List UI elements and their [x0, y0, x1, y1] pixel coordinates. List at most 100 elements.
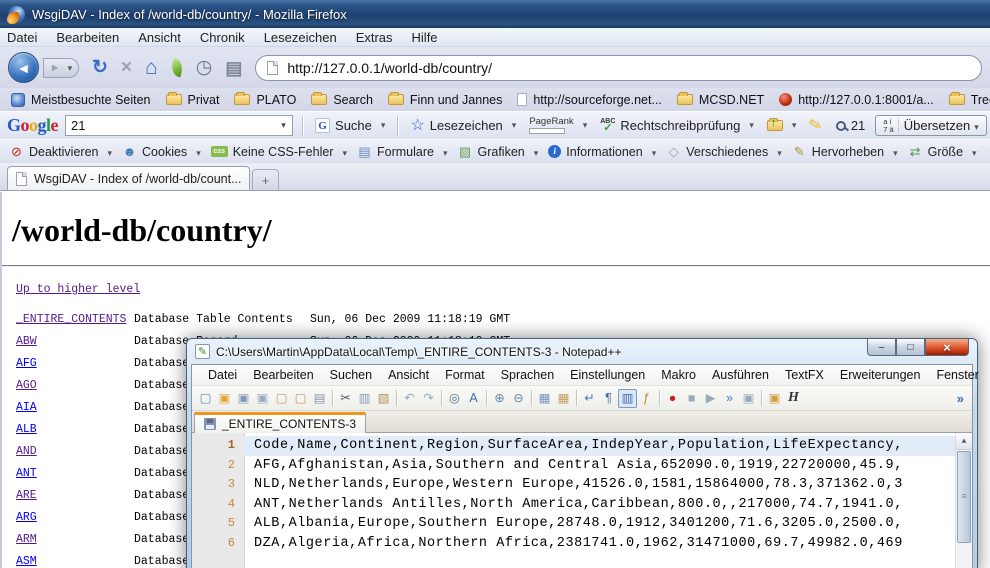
- entry-link[interactable]: ALB: [16, 423, 37, 436]
- notepad-titlebar[interactable]: ✎ C:\Users\Martin\AppData\Local\Temp\_EN…: [191, 339, 973, 364]
- line-text[interactable]: AFG,Afghanistan,Asia,Southern and Centra…: [244, 456, 972, 476]
- editor-line[interactable]: 6 DZA,Algeria,Africa,Northern Africa,238…: [192, 534, 972, 554]
- entry-link[interactable]: AGO: [16, 379, 37, 392]
- entry-link[interactable]: ARE: [16, 489, 37, 502]
- html-preview-icon[interactable]: H: [784, 389, 803, 408]
- webdev-menu-button[interactable]: ▤ Formulare: [353, 145, 452, 159]
- google-search-box[interactable]: ▾: [65, 115, 293, 136]
- new-file-icon[interactable]: ▢: [196, 389, 215, 408]
- redo-icon[interactable]: ↷: [419, 389, 438, 408]
- word-wrap-icon[interactable]: ↵: [580, 389, 599, 408]
- search-dropdown-icon[interactable]: ▾: [275, 116, 292, 135]
- bookmark-item[interactable]: http://sourceforge.net...: [511, 93, 668, 107]
- bookmark-item[interactable]: Privat: [160, 93, 226, 107]
- notepad-menu-item[interactable]: Einstellungen: [562, 368, 653, 382]
- notepad-menu-item[interactable]: TextFX: [777, 368, 832, 382]
- webdev-menu-button[interactable]: ☻ Cookies: [118, 145, 205, 159]
- notepad-menu-item[interactable]: Bearbeiten: [245, 368, 321, 382]
- notepad-menu-item[interactable]: Ausführen: [704, 368, 777, 382]
- line-text[interactable]: NLD,Netherlands,Europe,Western Europe,41…: [244, 475, 972, 495]
- bookmark-item[interactable]: Finn und Jannes: [382, 93, 508, 107]
- menu-item[interactable]: Chronik: [200, 30, 245, 45]
- notepad-editor[interactable]: 1 Code,Name,Continent,Region,SurfaceArea…: [192, 433, 972, 568]
- line-text[interactable]: ANT,Netherlands Antilles,North America,C…: [244, 495, 972, 515]
- google-search-button[interactable]: G Suche: [312, 117, 388, 134]
- webdev-menu-button[interactable]: ⊘ Deaktivieren: [5, 145, 116, 159]
- replace-icon[interactable]: A: [464, 389, 483, 408]
- webdev-menu-button[interactable]: i Informationen: [544, 145, 660, 159]
- maximize-button[interactable]: □: [896, 339, 925, 356]
- google-search-input[interactable]: [66, 118, 275, 133]
- sync-vertical-icon[interactable]: ▦: [535, 389, 554, 408]
- bookmark-item[interactable]: Search: [305, 93, 379, 107]
- up-to-higher-level-link[interactable]: Up to higher level: [16, 283, 140, 296]
- menu-item[interactable]: Hilfe: [412, 30, 438, 45]
- save-icon[interactable]: ▣: [234, 389, 253, 408]
- close-doc-icon[interactable]: ▢: [272, 389, 291, 408]
- line-text[interactable]: ALB,Albania,Europe,Southern Europe,28748…: [244, 514, 972, 534]
- undo-icon[interactable]: ↶: [400, 389, 419, 408]
- cut-icon[interactable]: ✂: [336, 389, 355, 408]
- entry-link[interactable]: AIA: [16, 401, 37, 414]
- entry-link[interactable]: ARM: [16, 533, 37, 546]
- highlighter-button[interactable]: ✎: [806, 117, 825, 135]
- explorer-icon[interactable]: ▣: [765, 389, 784, 408]
- translate-button[interactable]: a í 7 ä Übersetzen: [875, 115, 986, 136]
- menu-item[interactable]: Bearbeiten: [56, 30, 119, 45]
- url-text[interactable]: http://127.0.0.1/world-db/country/: [287, 60, 492, 76]
- find-count-button[interactable]: 21: [833, 117, 868, 134]
- menu-item[interactable]: Extras: [356, 30, 393, 45]
- notepad-menu-item[interactable]: Format: [437, 368, 493, 382]
- history-clock-icon[interactable]: ◷: [196, 58, 213, 77]
- sync-horizontal-icon[interactable]: ▦: [554, 389, 573, 408]
- back-button[interactable]: ◄: [8, 52, 39, 83]
- webdev-menu-button[interactable]: ✦ Extras: [983, 145, 990, 159]
- notepad-doc-tab-active[interactable]: _ENTIRE_CONTENTS-3: [194, 412, 366, 433]
- autofill-button[interactable]: ↑: [764, 119, 800, 132]
- webdev-menu-button[interactable]: ✎ Hervorheben: [788, 145, 902, 159]
- macro-run-multiple-icon[interactable]: »: [720, 389, 739, 408]
- find-icon[interactable]: ◎: [445, 389, 464, 408]
- open-folder-icon[interactable]: ▣: [215, 389, 234, 408]
- notepad-menu-item[interactable]: Ansicht: [380, 368, 437, 382]
- editor-line[interactable]: 5 ALB,Albania,Europe,Southern Europe,287…: [192, 514, 972, 534]
- webdev-menu-button[interactable]: ◇ Verschiedenes: [662, 145, 786, 159]
- copy-icon[interactable]: ▥: [355, 389, 374, 408]
- menu-item[interactable]: Datei: [7, 30, 37, 45]
- indent-guide-icon[interactable]: ▥: [618, 389, 637, 408]
- zoom-in-icon[interactable]: ⊕: [490, 389, 509, 408]
- notepad-window[interactable]: ✎ C:\Users\Martin\AppData\Local\Temp\_EN…: [186, 338, 978, 568]
- home-icon[interactable]: ⌂: [145, 57, 158, 78]
- webdev-menu-button[interactable]: ⇄ Größe: [904, 145, 981, 159]
- entry-link[interactable]: _ENTIRE_CONTENTS: [16, 313, 126, 326]
- entry-link[interactable]: ANT: [16, 467, 37, 480]
- close-button[interactable]: ×: [925, 339, 969, 356]
- macro-save-icon[interactable]: ▣: [739, 389, 758, 408]
- line-text[interactable]: Code,Name,Continent,Region,SurfaceArea,I…: [244, 436, 972, 456]
- webdev-menu-button[interactable]: ▧ Grafiken: [454, 145, 543, 159]
- reload-icon[interactable]: ↻: [92, 58, 108, 77]
- address-bar[interactable]: http://127.0.0.1/world-db/country/: [255, 55, 982, 81]
- editor-vertical-scrollbar[interactable]: ▲ ≡: [955, 433, 972, 568]
- leaf-icon[interactable]: [168, 58, 185, 78]
- entry-link[interactable]: ABW: [16, 335, 37, 348]
- editor-line[interactable]: 3 NLD,Netherlands,Europe,Western Europe,…: [192, 475, 972, 495]
- new-tab-button[interactable]: +: [252, 169, 279, 190]
- paste-icon[interactable]: ▧: [374, 389, 393, 408]
- notepad-menu-item[interactable]: Fenster: [928, 368, 986, 382]
- zoom-out-icon[interactable]: ⊖: [509, 389, 528, 408]
- spellcheck-button[interactable]: ABC ✓ Rechtschreibprüfung: [597, 117, 757, 135]
- pagerank-button[interactable]: PageRank: [526, 116, 590, 135]
- toolbar-overflow-chevron[interactable]: »: [957, 391, 972, 406]
- entry-link[interactable]: ARG: [16, 511, 37, 524]
- editor-line[interactable]: 1 Code,Name,Continent,Region,SurfaceArea…: [192, 436, 972, 456]
- forward-dropdown-icon[interactable]: [64, 62, 73, 74]
- print-icon[interactable]: ▤: [310, 389, 329, 408]
- show-all-chars-icon[interactable]: ¶: [599, 389, 618, 408]
- bookmark-item[interactable]: Tree Samples: [943, 93, 990, 107]
- line-text[interactable]: DZA,Algeria,Africa,Northern Africa,23817…: [244, 534, 972, 554]
- bookmark-item[interactable]: Meistbesuchte Seiten: [5, 93, 157, 107]
- entry-link[interactable]: AFG: [16, 357, 37, 370]
- editor-line[interactable]: 2 AFG,Afghanistan,Asia,Southern and Cent…: [192, 456, 972, 476]
- entry-link[interactable]: AND: [16, 445, 37, 458]
